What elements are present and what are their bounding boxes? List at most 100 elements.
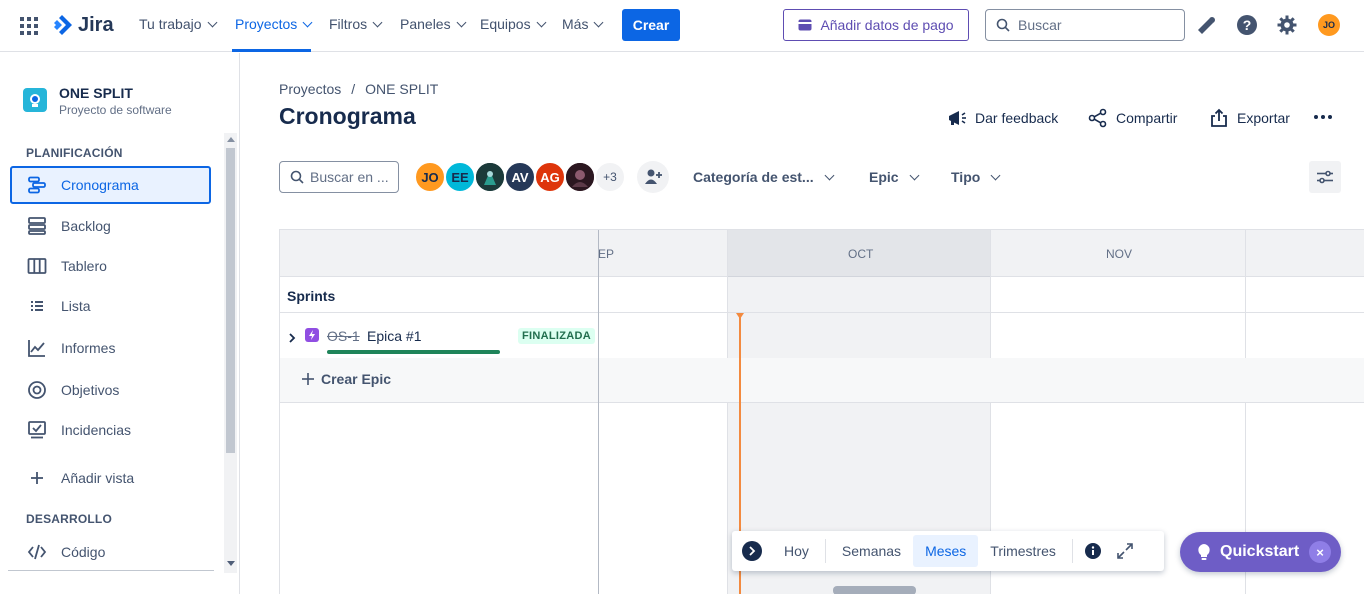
month-label: NOV xyxy=(1106,247,1133,261)
more-avatars-badge[interactable]: +3 xyxy=(594,161,626,193)
sidebar-item-label: Cronograma xyxy=(61,177,139,193)
sidebar-item-label: Código xyxy=(61,544,106,560)
sidebar-item-label: Lista xyxy=(61,298,91,314)
sidebar-item-label: Objetivos xyxy=(61,382,120,398)
sprints-row xyxy=(280,277,1364,313)
share-icon xyxy=(1088,108,1107,128)
top-navigation: Jira Tu trabajo Proyectos Filtros Panele… xyxy=(0,0,1364,52)
board-icon xyxy=(27,258,47,274)
today-button[interactable]: Hoy xyxy=(772,535,821,567)
plus-icon xyxy=(302,373,314,385)
epic-filter[interactable]: Epic xyxy=(869,169,920,185)
list-icon xyxy=(31,301,43,311)
jira-logo[interactable]: Jira xyxy=(50,13,114,37)
chevron-down-icon xyxy=(456,17,467,27)
scroll-up-arrow-icon[interactable] xyxy=(227,137,235,142)
global-search-placeholder: Buscar xyxy=(1018,17,1062,33)
chevron-down-icon xyxy=(207,17,217,27)
sidebar-scrollbar[interactable] xyxy=(224,133,237,573)
megaphone-icon xyxy=(949,111,966,125)
help-icon[interactable]: ? xyxy=(1236,14,1258,36)
nav-mas[interactable]: Más xyxy=(562,16,604,32)
create-epic-button[interactable]: Crear Epic xyxy=(301,371,391,387)
scroll-down-arrow-icon[interactable] xyxy=(227,561,235,566)
notifications-icon[interactable] xyxy=(1196,14,1218,36)
more-actions-icon[interactable] xyxy=(1314,115,1332,119)
global-search-input[interactable]: Buscar xyxy=(985,9,1185,41)
add-payment-button[interactable]: Añadir datos de pago xyxy=(783,9,969,41)
settings-gear-icon[interactable] xyxy=(1276,14,1298,36)
add-view-label: Añadir vista xyxy=(61,470,135,486)
sidebar-item-incidencias[interactable]: Incidencias xyxy=(10,411,211,449)
sidebar-item-informes[interactable]: Informes xyxy=(10,329,211,367)
add-people-button[interactable] xyxy=(637,161,669,193)
type-filter[interactable]: Tipo xyxy=(951,169,1001,185)
create-epic-row xyxy=(280,358,1364,403)
nav-paneles[interactable]: Paneles xyxy=(400,16,467,32)
user-avatar[interactable]: JO xyxy=(1318,14,1340,36)
nav-equipos[interactable]: Equipos xyxy=(480,16,547,32)
sidebar-item-objetivos[interactable]: Objetivos xyxy=(10,371,211,409)
add-person-icon xyxy=(645,169,662,184)
quickstart-button[interactable]: Quickstart × xyxy=(1180,532,1341,572)
chevron-down-icon xyxy=(990,170,1001,180)
project-avatar-icon xyxy=(23,88,47,112)
info-icon[interactable] xyxy=(1077,535,1109,567)
epic-key[interactable]: OS-1 xyxy=(327,328,360,344)
horizontal-scroll-thumb[interactable] xyxy=(833,586,916,594)
breadcrumb-project[interactable]: ONE SPLIT xyxy=(365,81,438,97)
avatar[interactable] xyxy=(474,161,506,193)
share-button[interactable]: Compartir xyxy=(1088,108,1177,128)
epic-progress-bar xyxy=(327,350,500,354)
sidebar-item-backlog[interactable]: Backlog xyxy=(10,207,211,245)
quarters-button[interactable]: Trimestres xyxy=(978,535,1068,567)
nav-filtros[interactable]: Filtros xyxy=(329,16,383,32)
months-button[interactable]: Meses xyxy=(913,535,979,567)
chevron-right-icon[interactable] xyxy=(742,541,762,561)
epic-name[interactable]: Epica #1 xyxy=(367,328,421,344)
feedback-button[interactable]: Dar feedback xyxy=(947,108,1058,128)
sidebar-item-label: Tablero xyxy=(61,258,107,274)
sidebar-divider xyxy=(8,570,214,571)
create-button[interactable]: Crear xyxy=(622,9,680,41)
issues-icon xyxy=(28,421,46,439)
search-icon xyxy=(290,170,304,184)
breadcrumb-separator: / xyxy=(351,81,356,97)
avatar[interactable] xyxy=(564,161,596,193)
reports-chart-icon xyxy=(28,340,45,357)
list-panel-divider[interactable] xyxy=(598,230,599,594)
nav-label: Tu trabajo xyxy=(139,16,202,32)
app-switcher-icon[interactable] xyxy=(19,16,39,36)
export-button[interactable]: Exportar xyxy=(1209,108,1290,128)
nav-proyectos[interactable]: Proyectos xyxy=(235,16,313,32)
project-name[interactable]: ONE SPLIT xyxy=(59,85,133,101)
avatar[interactable]: EE xyxy=(444,161,476,193)
sidebar-item-tablero[interactable]: Tablero xyxy=(10,247,211,285)
logo-text: Jira xyxy=(78,13,114,36)
breadcrumb: Proyectos / ONE SPLIT xyxy=(279,81,438,97)
sidebar-item-codigo[interactable]: Código xyxy=(10,533,211,571)
close-icon[interactable]: × xyxy=(1309,541,1331,563)
fullscreen-icon[interactable] xyxy=(1109,535,1141,567)
avatar-photo-icon xyxy=(476,163,504,191)
avatar[interactable]: AG xyxy=(534,161,566,193)
target-icon xyxy=(28,381,46,399)
avatar-photo-icon xyxy=(566,163,594,191)
status-category-filter[interactable]: Categoría de est... xyxy=(693,169,835,185)
sidebar-item-cronograma[interactable]: Cronograma xyxy=(10,166,211,204)
view-settings-button[interactable] xyxy=(1309,161,1341,193)
sidebar-item-lista[interactable]: Lista xyxy=(10,287,211,325)
weeks-button[interactable]: Semanas xyxy=(830,535,913,567)
avatar[interactable]: JO xyxy=(414,161,446,193)
nav-label: Proyectos xyxy=(235,16,298,32)
toolbar-separator xyxy=(824,539,826,563)
nav-tu-trabajo[interactable]: Tu trabajo xyxy=(139,16,217,32)
expand-chevron-icon[interactable] xyxy=(288,330,296,346)
feedback-label: Dar feedback xyxy=(975,110,1059,126)
sprints-label[interactable]: Sprints xyxy=(287,288,335,304)
scrollbar-thumb[interactable] xyxy=(226,148,235,453)
breadcrumb-projects[interactable]: Proyectos xyxy=(279,81,341,97)
add-view-button[interactable]: Añadir vista xyxy=(10,459,211,497)
timeline-search-input[interactable]: Buscar en ... xyxy=(279,161,399,193)
avatar[interactable]: AV xyxy=(504,161,536,193)
